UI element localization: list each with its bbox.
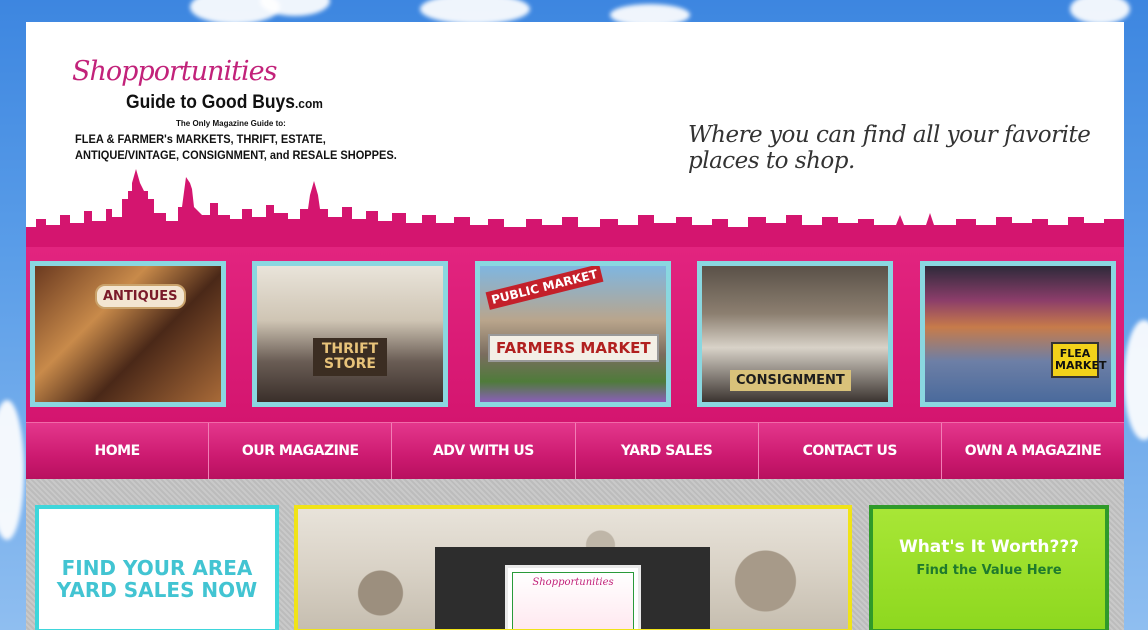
photo-consignment[interactable]: CONSIGNMENT	[697, 261, 893, 407]
magazine-cover: Shopportunities	[505, 565, 641, 629]
content-area: FIND YOUR AREA YARD SALES NOW Shopportun…	[26, 479, 1124, 630]
brand-line-2: ANTIQUE/VINTAGE, CONSIGNMENT, and RESALE…	[75, 148, 397, 162]
brand-script-logo[interactable]: Shopportunities	[72, 56, 277, 87]
photo-farmers-market[interactable]: PUBLIC MARKET FARMERS MARKET	[475, 261, 671, 407]
thrift-store-sign: THRIFT STORE	[313, 338, 387, 376]
site-header: Shopportunities Guide to Good Buys.com T…	[26, 22, 1124, 249]
magazine-cover-title: Shopportunities	[532, 577, 614, 588]
consignment-sign: CONSIGNMENT	[730, 370, 851, 391]
site-page: Shopportunities Guide to Good Buys.com T…	[26, 22, 1124, 630]
brand-domain: .com	[294, 96, 323, 111]
tagline: Where you can find all your favorite pla…	[688, 122, 1091, 174]
nav-own-a-magazine[interactable]: OWN A MAGAZINE	[942, 423, 1124, 479]
category-photo-band: ANTIQUES THRIFT STORE PUBLIC MARKET FARM…	[26, 247, 1124, 422]
brand-line-1: FLEA & FARMER's MARKETS, THRIFT, ESTATE,	[75, 132, 326, 146]
nav-yard-sales[interactable]: YARD SALES	[576, 423, 759, 479]
magazine-feature-card[interactable]: Shopportunities	[294, 505, 852, 630]
cloud	[1124, 320, 1148, 440]
cloud	[0, 400, 24, 540]
brand-title[interactable]: Guide to Good Buys.com	[126, 92, 323, 114]
cloud	[420, 0, 530, 24]
brand-subtitle: The Only Magazine Guide to:	[176, 119, 286, 128]
photo-thrift-store[interactable]: THRIFT STORE	[252, 261, 448, 407]
magazine-cover-inner: Shopportunities	[512, 572, 634, 629]
antiques-sign: ANTIQUES	[95, 284, 186, 309]
farmers-market-sign: FARMERS MARKET	[488, 334, 659, 362]
nav-adv-with-us[interactable]: ADV WITH US	[392, 423, 576, 479]
cloud	[1070, 0, 1130, 24]
city-skyline-graphic	[26, 169, 1124, 249]
whats-it-worth-title: What's It Worth???	[898, 537, 1080, 557]
thrift-store-scene	[257, 266, 443, 402]
nav-home[interactable]: HOME	[26, 423, 210, 479]
magazine-frame: Shopportunities	[435, 547, 710, 629]
photo-flea-market[interactable]: FLEA MARKET	[920, 261, 1116, 407]
find-value-link[interactable]: Find the Value Here	[873, 563, 1105, 578]
whats-it-worth-card[interactable]: What's It Worth??? Find the Value Here	[869, 505, 1109, 630]
yard-sales-card-text: FIND YOUR AREA YARD SALES NOW	[39, 557, 275, 601]
nav-our-magazine[interactable]: OUR MAGAZINE	[209, 423, 393, 479]
main-navigation: HOME OUR MAGAZINE ADV WITH US YARD SALES…	[26, 422, 1124, 479]
brand-title-text: Guide to Good Buys	[126, 92, 295, 113]
photo-antiques[interactable]: ANTIQUES	[30, 261, 226, 407]
yard-sales-line-2: YARD SALES NOW	[56, 578, 258, 602]
flea-market-scene	[925, 266, 1111, 402]
yard-sales-line-1: FIND YOUR AREA	[61, 556, 253, 580]
flea-market-sign: FLEA MARKET	[1051, 342, 1106, 378]
nav-contact-us[interactable]: CONTACT US	[759, 423, 942, 479]
yard-sales-card[interactable]: FIND YOUR AREA YARD SALES NOW	[35, 505, 279, 630]
